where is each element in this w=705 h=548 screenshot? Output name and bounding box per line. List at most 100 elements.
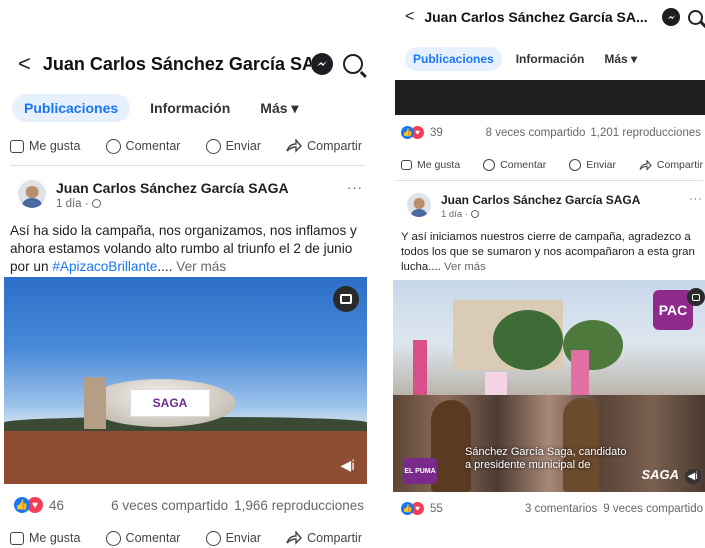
whatsapp-icon bbox=[205, 530, 221, 546]
messenger-icon[interactable] bbox=[662, 8, 680, 26]
post-text: Así ha sido la campaña, nos organizamos,… bbox=[10, 223, 357, 274]
like-button[interactable]: Me gusta bbox=[401, 159, 460, 171]
like-label: Me gusta bbox=[417, 159, 461, 171]
reaction-count[interactable]: 39 bbox=[430, 127, 443, 139]
reactions-icons[interactable]: 👍 ♥ bbox=[14, 497, 43, 513]
reaction-count[interactable]: 46 bbox=[49, 498, 64, 513]
send-label: Enviar bbox=[225, 531, 261, 545]
post-author[interactable]: Juan Carlos Sánchez García SAGA bbox=[56, 180, 289, 196]
pac-logo-text: PAC bbox=[658, 302, 688, 318]
post-time: 1 día · bbox=[441, 209, 640, 220]
page-title: Juan Carlos Sánchez García SA... bbox=[42, 53, 311, 74]
comment-button[interactable]: Comentar bbox=[105, 530, 181, 546]
like-button[interactable]: Me gusta bbox=[10, 139, 80, 153]
view-count: 1,201 reproducciones bbox=[590, 126, 701, 139]
like-icon bbox=[10, 139, 24, 153]
like-label: Me gusta bbox=[29, 531, 81, 545]
post-author[interactable]: Juan Carlos Sánchez García SAGA bbox=[441, 193, 640, 207]
reactions-icons[interactable]: 👍 ♥ bbox=[401, 502, 424, 515]
search-icon[interactable] bbox=[343, 54, 363, 74]
avatar[interactable] bbox=[18, 180, 46, 208]
comment-count[interactable]: 3 comentarios bbox=[525, 503, 597, 515]
tab-mas[interactable]: Más ▾ bbox=[596, 47, 645, 71]
share-icon bbox=[286, 531, 303, 545]
action-bar: Me gusta Comentar Enviar Compartir bbox=[10, 136, 362, 156]
share-label: Compartir bbox=[656, 159, 703, 171]
reaction-count[interactable]: 55 bbox=[430, 503, 443, 515]
messenger-icon[interactable] bbox=[311, 53, 333, 75]
more-options-icon[interactable]: ··· bbox=[689, 193, 703, 205]
pip-button[interactable] bbox=[687, 288, 705, 306]
search-icon[interactable] bbox=[688, 9, 703, 25]
tab-informacion[interactable]: Información bbox=[138, 94, 242, 122]
page-header: < Juan Carlos Sánchez García SA... bbox=[405, 6, 703, 28]
post-header: Juan Carlos Sánchez García SAGA 1 día · … bbox=[407, 193, 703, 220]
video-caption: Sánchez García Saga, candidato a preside… bbox=[465, 446, 627, 471]
tab-bar: Publicaciones Información Más ▾ bbox=[405, 46, 645, 72]
tower bbox=[84, 377, 106, 429]
post-video[interactable]: PAC Sánchez García Saga, candidato a pre… bbox=[393, 280, 705, 492]
comment-icon bbox=[105, 530, 121, 546]
see-more-link[interactable]: Ver más bbox=[172, 259, 226, 274]
send-button[interactable]: Enviar bbox=[205, 530, 261, 546]
share-label: Compartir bbox=[307, 531, 362, 545]
back-icon[interactable]: < bbox=[405, 8, 414, 26]
comment-label: Comentar bbox=[125, 139, 181, 153]
avatar[interactable] bbox=[407, 193, 431, 217]
share-button[interactable]: Compartir bbox=[639, 159, 703, 171]
send-button[interactable]: Enviar bbox=[205, 138, 261, 154]
like-icon bbox=[401, 160, 412, 170]
divider bbox=[395, 180, 703, 181]
send-button[interactable]: Enviar bbox=[569, 159, 616, 171]
action-bar: Me gusta Comentar Enviar Compartir bbox=[401, 157, 703, 173]
tree bbox=[493, 310, 563, 370]
post-header: Juan Carlos Sánchez García SAGA 1 día · … bbox=[18, 180, 363, 210]
share-count[interactable]: 9 veces compartido bbox=[603, 503, 703, 515]
comment-icon bbox=[105, 138, 121, 154]
volume-icon[interactable]: ◀ⅰ bbox=[340, 457, 355, 474]
like-reaction-icon: 👍 bbox=[14, 497, 30, 513]
share-button[interactable]: Compartir bbox=[286, 139, 362, 153]
share-button[interactable]: Compartir bbox=[286, 531, 362, 545]
previous-post-stats: 👍 ♥ 39 8 veces compartido 1,201 reproducc… bbox=[401, 126, 701, 139]
tab-bar: Publicaciones Información Más ▾ bbox=[12, 93, 310, 123]
see-more-link[interactable]: Ver más bbox=[441, 261, 486, 273]
puma-badge: EL PUMA bbox=[403, 458, 437, 484]
horse bbox=[563, 398, 599, 492]
comment-button[interactable]: Comentar bbox=[105, 138, 181, 154]
comment-label: Comentar bbox=[125, 531, 181, 545]
like-button[interactable]: Me gusta bbox=[10, 531, 80, 545]
hashtag-link[interactable]: #ApizacoBrillante bbox=[52, 259, 157, 274]
blimp: SAGA bbox=[86, 379, 236, 427]
tab-mas[interactable]: Más ▾ bbox=[248, 94, 310, 123]
like-label: Me gusta bbox=[29, 139, 81, 153]
previous-post-media[interactable] bbox=[395, 80, 705, 115]
right-screenshot: < Juan Carlos Sánchez García SA... Publi… bbox=[387, 0, 705, 547]
back-icon[interactable]: < bbox=[18, 51, 31, 77]
whatsapp-icon bbox=[205, 138, 221, 154]
blimp-text: SAGA bbox=[152, 396, 188, 410]
post-time: 1 día · bbox=[56, 198, 289, 210]
divider bbox=[10, 165, 365, 166]
post-video[interactable]: SAGA ◀ⅰ bbox=[4, 277, 367, 484]
share-count[interactable]: 8 veces compartido bbox=[486, 127, 586, 139]
tab-publicaciones[interactable]: Publicaciones bbox=[405, 47, 502, 71]
more-options-icon[interactable]: ··· bbox=[347, 180, 363, 195]
share-count[interactable]: 6 veces compartido bbox=[111, 498, 228, 513]
like-reaction-icon: 👍 bbox=[401, 126, 414, 139]
left-screenshot: < Juan Carlos Sánchez García SA... Publi… bbox=[0, 0, 372, 547]
comment-button[interactable]: Comentar bbox=[483, 159, 546, 171]
globe-icon bbox=[470, 210, 479, 218]
page-title: Juan Carlos Sánchez García SA... bbox=[424, 9, 648, 25]
send-label: Enviar bbox=[225, 139, 261, 153]
tab-publicaciones[interactable]: Publicaciones bbox=[12, 94, 131, 122]
volume-icon[interactable]: ◀ⅰ bbox=[684, 469, 701, 484]
post-text: Y así iniciamos nuestros cierre de campa… bbox=[401, 231, 695, 273]
comment-label: Comentar bbox=[500, 159, 547, 171]
reactions-icons[interactable]: 👍 ♥ bbox=[401, 126, 424, 139]
comment-icon bbox=[483, 159, 496, 171]
saga-watermark: SAGA bbox=[641, 467, 679, 482]
pip-button[interactable] bbox=[333, 286, 359, 312]
tab-informacion[interactable]: Información bbox=[508, 47, 593, 71]
post-stats: 👍 ♥ 55 3 comentarios 9 veces compartido bbox=[401, 502, 703, 515]
